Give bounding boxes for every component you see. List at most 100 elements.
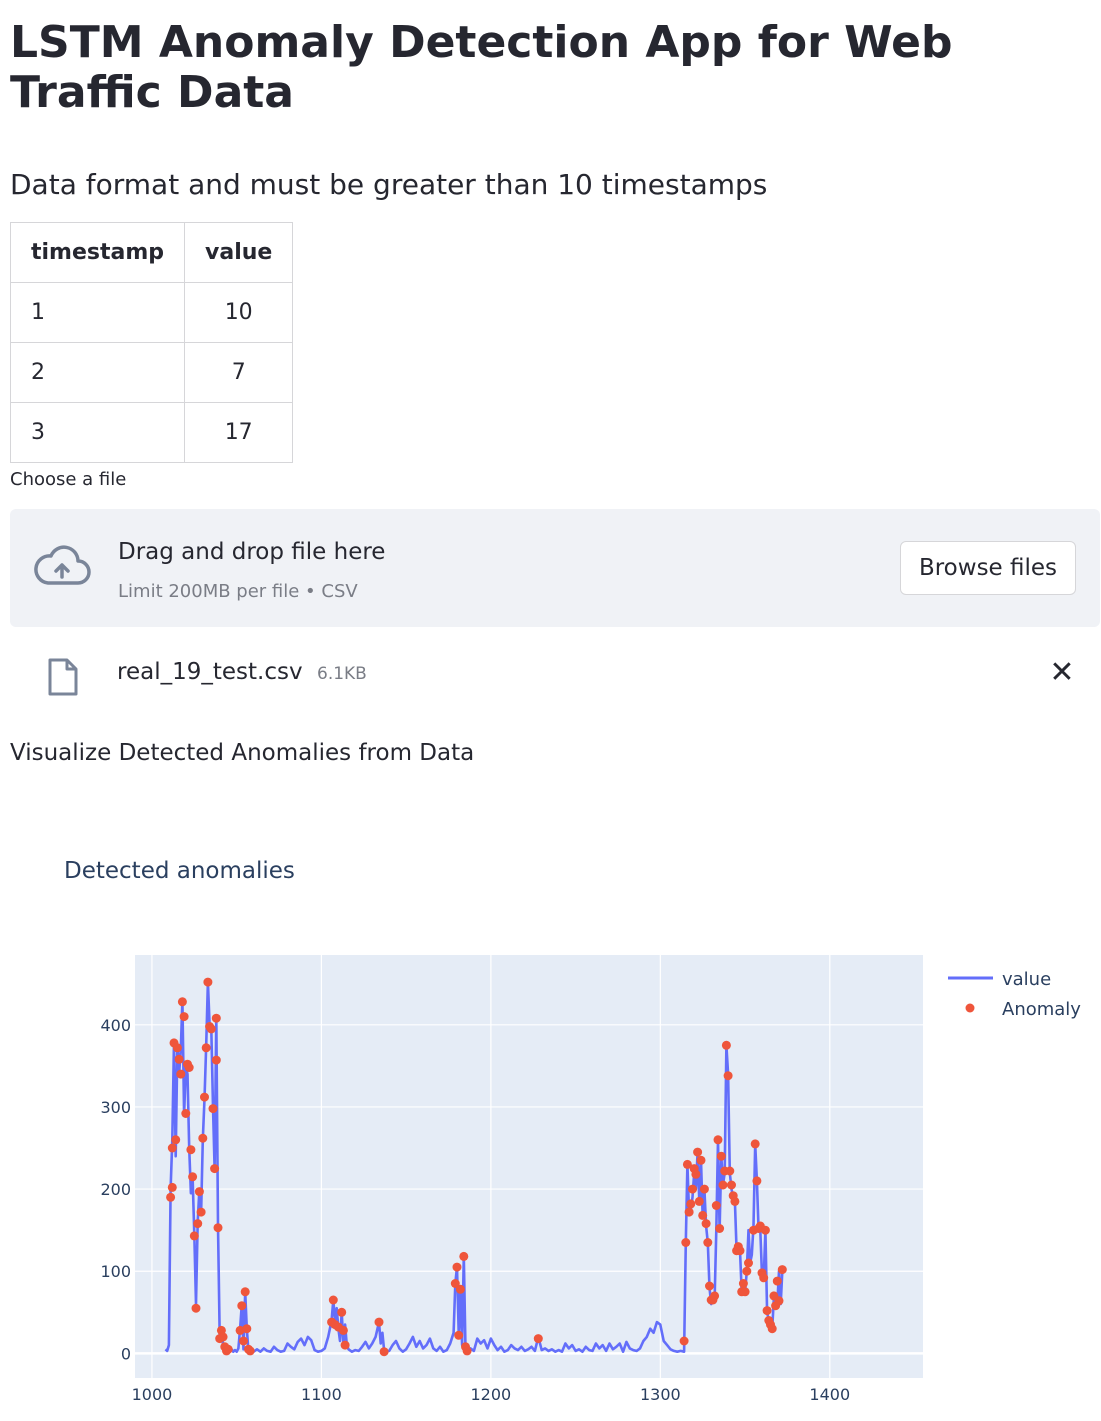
anomaly-point[interactable]: [699, 1184, 709, 1194]
anomaly-point[interactable]: [181, 1109, 191, 1118]
anomaly-point[interactable]: [223, 1344, 233, 1354]
anomaly-point[interactable]: [777, 1265, 787, 1275]
anomaly-point[interactable]: [681, 1238, 691, 1247]
uploaded-file-name: real_19_test.csv: [117, 659, 303, 685]
anomaly-point[interactable]: [738, 1279, 748, 1288]
anomaly-point[interactable]: [174, 1054, 184, 1064]
anomaly-point[interactable]: [237, 1301, 247, 1311]
anomaly-point[interactable]: [177, 997, 187, 1007]
anomaly-point[interactable]: [730, 1196, 740, 1206]
anomaly-point[interactable]: [213, 1223, 223, 1233]
anomaly-point[interactable]: [171, 1135, 181, 1145]
x-axis: 1000 1100 1200 1300 1400: [132, 1385, 851, 1404]
anomaly-point[interactable]: [200, 1092, 209, 1102]
anomaly-point[interactable]: [705, 1281, 714, 1291]
plot-area[interactable]: [135, 955, 923, 1378]
anomaly-point[interactable]: [379, 1347, 389, 1357]
anomaly-point[interactable]: [203, 977, 213, 987]
anomaly-point[interactable]: [211, 1013, 221, 1023]
table-cell-value: 10: [184, 282, 294, 343]
browse-files-button[interactable]: Browse files: [900, 541, 1076, 595]
anomaly-point[interactable]: [735, 1246, 745, 1256]
anomaly-point[interactable]: [688, 1184, 697, 1194]
anomaly-point[interactable]: [723, 1071, 733, 1081]
anomaly-point[interactable]: [167, 1143, 177, 1153]
anomaly-point[interactable]: [725, 1166, 735, 1176]
legend-label-anomaly[interactable]: Anomaly: [1002, 999, 1081, 1020]
anomaly-point[interactable]: [186, 1145, 196, 1155]
anomaly-point[interactable]: [167, 1182, 177, 1192]
anomaly-point[interactable]: [166, 1192, 176, 1202]
anomaly-point[interactable]: [698, 1210, 708, 1220]
anomaly-point[interactable]: [196, 1207, 206, 1217]
anomaly-point[interactable]: [713, 1135, 723, 1145]
anomaly-point[interactable]: [718, 1180, 728, 1190]
anomaly-point[interactable]: [193, 1219, 203, 1229]
anomaly-point[interactable]: [711, 1201, 721, 1210]
anomaly-point[interactable]: [184, 1063, 194, 1072]
anomaly-point[interactable]: [455, 1284, 465, 1294]
cloud-upload-icon: [32, 545, 92, 593]
anomaly-point[interactable]: [245, 1346, 255, 1356]
anomaly-point[interactable]: [760, 1225, 770, 1235]
anomaly-point[interactable]: [533, 1334, 543, 1344]
anomaly-point[interactable]: [328, 1295, 338, 1305]
anomaly-point[interactable]: [452, 1262, 462, 1272]
anomaly-point[interactable]: [696, 1155, 706, 1165]
chart-legend[interactable]: value Anomaly: [948, 969, 1081, 1020]
anomaly-point[interactable]: [210, 1164, 220, 1174]
anomaly-point[interactable]: [218, 1332, 228, 1342]
anomaly-point[interactable]: [772, 1276, 782, 1286]
anomaly-point[interactable]: [703, 1238, 713, 1247]
anomaly-point[interactable]: [176, 1069, 186, 1079]
anomaly-point[interactable]: [686, 1199, 696, 1209]
remove-file-icon[interactable]: ✕: [1047, 655, 1077, 691]
anomaly-point[interactable]: [462, 1346, 472, 1356]
anomaly-point[interactable]: [191, 1303, 201, 1313]
anomaly-point[interactable]: [189, 1231, 199, 1241]
anomaly-point[interactable]: [701, 1219, 711, 1229]
anomaly-point[interactable]: [694, 1196, 704, 1206]
anomaly-point[interactable]: [774, 1296, 784, 1306]
anomaly-point[interactable]: [242, 1324, 252, 1334]
anomaly-chart[interactable]: Detected anomalies 0 100 200 300 400 1000 110…: [0, 820, 1101, 1420]
anomaly-point[interactable]: [759, 1273, 769, 1283]
anomaly-point[interactable]: [744, 1258, 753, 1268]
anomaly-point[interactable]: [679, 1336, 689, 1346]
anomaly-point[interactable]: [691, 1169, 701, 1179]
anomaly-point[interactable]: [762, 1306, 772, 1316]
anomaly-point[interactable]: [188, 1172, 198, 1182]
anomaly-point[interactable]: [693, 1147, 703, 1157]
anomaly-point[interactable]: [459, 1251, 469, 1261]
anomaly-point[interactable]: [201, 1043, 211, 1053]
anomaly-point[interactable]: [727, 1180, 736, 1190]
anomaly-point[interactable]: [239, 1336, 248, 1346]
legend-label-value[interactable]: value: [1002, 969, 1051, 990]
file-dropzone[interactable]: Drag and drop file here Limit 200MB per …: [10, 509, 1100, 627]
anomaly-point[interactable]: [194, 1187, 204, 1197]
anomaly-point[interactable]: [740, 1287, 750, 1297]
anomaly-point[interactable]: [454, 1330, 464, 1340]
anomaly-point[interactable]: [206, 1024, 216, 1034]
anomaly-point[interactable]: [179, 1012, 189, 1022]
anomaly-point[interactable]: [208, 1104, 218, 1114]
anomaly-point[interactable]: [684, 1207, 694, 1217]
anomaly-point[interactable]: [721, 1040, 731, 1050]
anomaly-point[interactable]: [767, 1324, 777, 1334]
anomaly-point[interactable]: [752, 1176, 762, 1186]
anomaly-point[interactable]: [240, 1287, 250, 1297]
anomaly-point[interactable]: [338, 1325, 348, 1335]
section-subtitle: Data format and must be greater than 10 …: [10, 168, 768, 201]
y-tick-label: 400: [100, 1016, 131, 1035]
anomaly-point[interactable]: [211, 1055, 221, 1065]
anomaly-point[interactable]: [198, 1133, 208, 1143]
anomaly-point[interactable]: [742, 1266, 752, 1276]
anomaly-point[interactable]: [750, 1139, 760, 1149]
anomaly-point[interactable]: [340, 1340, 350, 1350]
anomaly-point[interactable]: [337, 1307, 347, 1317]
anomaly-point[interactable]: [716, 1151, 726, 1161]
anomaly-point[interactable]: [172, 1043, 182, 1053]
anomaly-point[interactable]: [374, 1317, 384, 1327]
anomaly-point[interactable]: [710, 1291, 720, 1301]
anomaly-point[interactable]: [715, 1224, 725, 1233]
